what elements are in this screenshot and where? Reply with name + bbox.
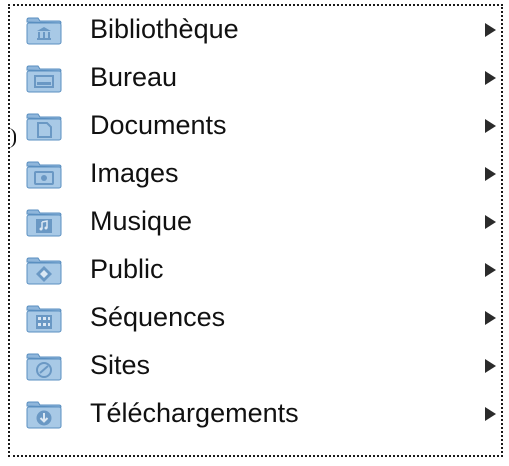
menu-item-bibliotheque[interactable]: Bibliothèque	[10, 6, 505, 54]
pictures-folder-icon	[26, 161, 62, 189]
submenu-arrow-icon	[485, 359, 496, 373]
downloads-folder-icon	[26, 401, 62, 429]
desktop-folder-icon	[26, 65, 62, 93]
sites-folder-icon	[26, 353, 62, 381]
submenu-arrow-icon	[485, 119, 496, 133]
folder-menu: Bibliothèque Bureau Documents Images Mus…	[8, 4, 503, 457]
submenu-arrow-icon	[485, 71, 496, 85]
submenu-arrow-icon	[485, 23, 496, 37]
movies-folder-icon	[26, 305, 62, 333]
menu-item-label: Musique	[90, 206, 193, 236]
music-folder-icon	[26, 209, 62, 237]
menu-item-label: Documents	[90, 110, 227, 140]
documents-folder-icon	[26, 113, 62, 141]
menu-item-documents[interactable]: Documents	[10, 102, 505, 150]
menu-item-label: Images	[90, 158, 179, 188]
menu-item-label: Séquences	[90, 302, 226, 332]
library-folder-icon	[26, 17, 62, 45]
submenu-arrow-icon	[485, 167, 496, 181]
menu-item-label: Bibliothèque	[90, 14, 239, 44]
submenu-arrow-icon	[485, 215, 496, 229]
menu-item-telechargements[interactable]: Téléchargements	[10, 390, 505, 438]
menu-item-label: Téléchargements	[90, 398, 299, 428]
public-folder-icon	[26, 257, 62, 285]
menu-item-label: Bureau	[90, 62, 178, 92]
menu-item-images[interactable]: Images	[10, 150, 505, 198]
menu-item-label: Public	[90, 254, 164, 284]
menu-item-musique[interactable]: Musique	[10, 198, 505, 246]
submenu-arrow-icon	[485, 263, 496, 277]
menu-item-sites[interactable]: Sites	[10, 342, 505, 390]
menu-item-label: Sites	[90, 350, 151, 380]
submenu-arrow-icon	[485, 311, 496, 325]
menu-item-sequences[interactable]: Séquences	[10, 294, 505, 342]
menu-item-public[interactable]: Public	[10, 246, 505, 294]
submenu-arrow-icon	[485, 407, 496, 421]
menu-item-bureau[interactable]: Bureau	[10, 54, 505, 102]
